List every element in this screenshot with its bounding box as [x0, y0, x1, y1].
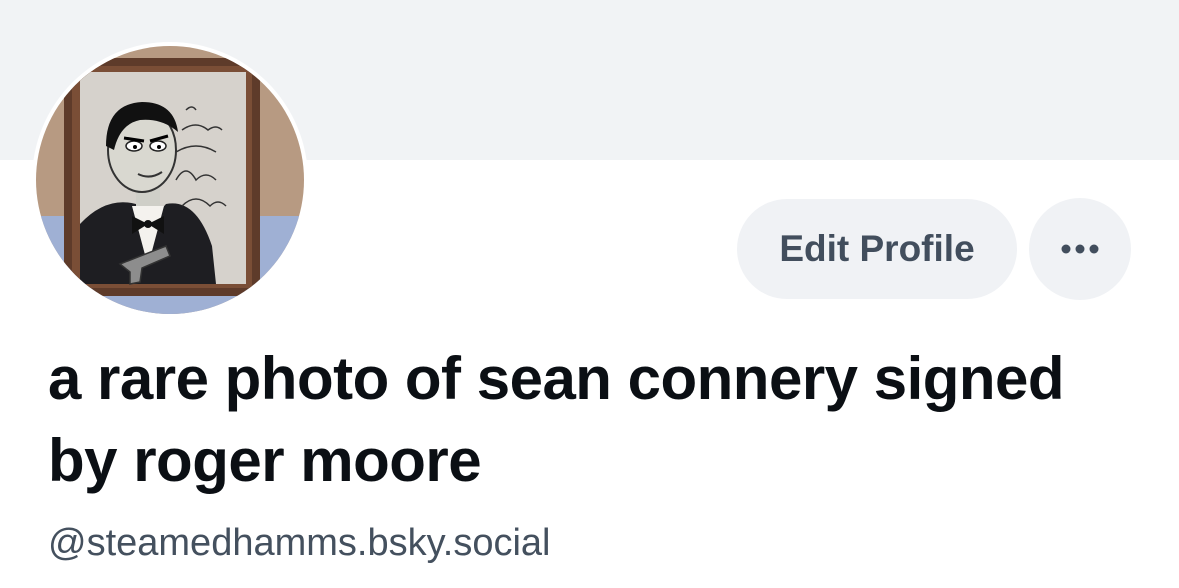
edit-profile-button[interactable]: Edit Profile — [737, 199, 1017, 299]
ellipsis-icon — [1061, 244, 1099, 254]
profile-handle[interactable]: @steamedhamms.bsky.social — [48, 518, 550, 568]
profile-actions: Edit Profile — [737, 198, 1131, 300]
avatar[interactable] — [32, 42, 308, 318]
profile-page: Edit Profile a rare photo of sean conner… — [0, 0, 1179, 588]
more-options-button[interactable] — [1029, 198, 1131, 300]
display-name: a rare photo of sean connery signed by r… — [48, 345, 1065, 494]
avatar-image — [36, 46, 304, 314]
